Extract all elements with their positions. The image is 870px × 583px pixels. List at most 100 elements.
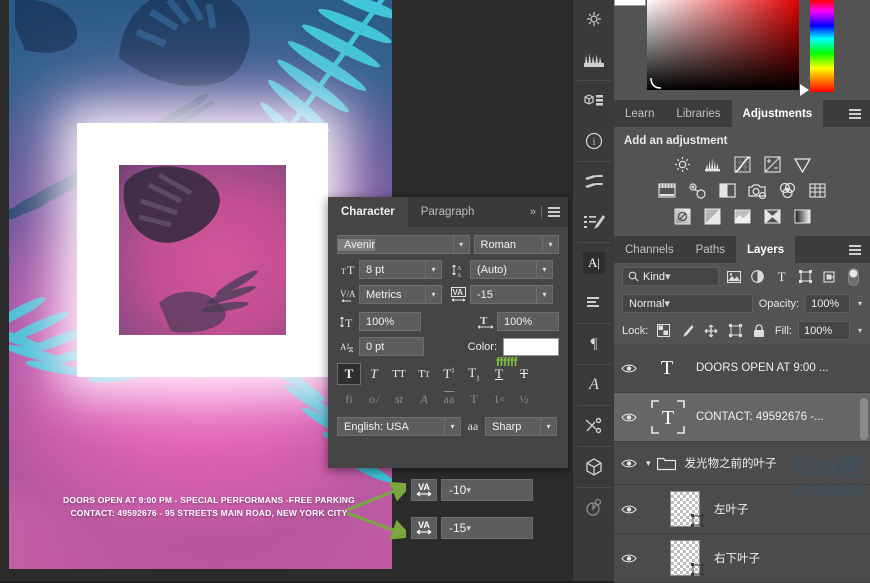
- horizontal-scale-field[interactable]: 100%: [497, 312, 559, 331]
- picker-current-swatch[interactable]: [614, 0, 646, 6]
- photo-filter-icon[interactable]: [748, 181, 767, 200]
- tool-presets-icon[interactable]: [573, 162, 615, 202]
- layer-list[interactable]: T DOORS OPEN AT 9:00 ... T CONTACT:: [614, 344, 870, 583]
- character-panel-tabs[interactable]: Character Paragraph »: [328, 197, 568, 227]
- picker-hue-strip[interactable]: [810, 0, 834, 92]
- chevron-down-icon[interactable]: ▾: [664, 297, 670, 310]
- table-row[interactable]: T DOORS OPEN AT 9:00 ...: [614, 344, 870, 393]
- levels-icon[interactable]: [703, 155, 722, 174]
- font-family-field[interactable]: Avenir ▾: [337, 235, 470, 254]
- language-field[interactable]: English: USA ▾: [337, 417, 461, 436]
- superscript-button[interactable]: T1: [437, 363, 461, 385]
- filter-smartobject-icon[interactable]: [820, 268, 838, 286]
- layers-scrollbar[interactable]: [860, 398, 868, 440]
- tools-icon[interactable]: [573, 406, 615, 446]
- tab-paths[interactable]: Paths: [685, 236, 736, 263]
- panel-menu-icon[interactable]: [548, 207, 560, 217]
- layers-tabbar[interactable]: Channels Paths Layers: [614, 236, 870, 263]
- expand-icon[interactable]: »: [530, 206, 535, 218]
- invert-icon[interactable]: [673, 207, 692, 226]
- tracking-value-field[interactable]: -15 ▾: [441, 517, 533, 539]
- tab-layers[interactable]: Layers: [736, 236, 795, 263]
- adjustments-row-3[interactable]: [673, 207, 812, 226]
- table-row[interactable]: ▾ 发光物之前的叶子: [614, 442, 870, 485]
- tracking-callout-1[interactable]: VA -10 ▾: [406, 475, 538, 505]
- 3d-icon[interactable]: [573, 447, 615, 487]
- brush-settings-icon[interactable]: [573, 0, 615, 40]
- panel-menu-icon[interactable]: [849, 245, 861, 255]
- brush-presets-icon[interactable]: [573, 202, 615, 242]
- baseline-color-row[interactable]: A a 0 pt Color:: [337, 337, 559, 356]
- layer-visibility-toggle[interactable]: [614, 504, 644, 515]
- swash-button[interactable]: A: [412, 389, 436, 409]
- tab-channels[interactable]: Channels: [614, 236, 685, 263]
- hue-slider-handle[interactable]: [800, 84, 810, 96]
- kerning-field[interactable]: Metrics ▾: [359, 285, 442, 304]
- layer-filter-row[interactable]: Kind ▾ T: [614, 263, 870, 290]
- leading-field[interactable]: (Auto) ▾: [470, 260, 553, 279]
- chevron-down-icon[interactable]: ▾: [466, 523, 483, 534]
- picker-saturation-field[interactable]: [647, 0, 799, 90]
- tab-libraries[interactable]: Libraries: [665, 100, 731, 127]
- filter-adjustment-icon[interactable]: [749, 268, 767, 286]
- antialias-field[interactable]: Sharp ▾: [485, 417, 557, 436]
- discretionary-ligatures-button[interactable]: st: [387, 389, 411, 409]
- table-row[interactable]: 左叶子: [614, 485, 870, 534]
- adjustments-row-1[interactable]: [673, 155, 812, 174]
- fill-field[interactable]: 100%: [798, 321, 850, 340]
- chevron-down-icon[interactable]: ▾: [665, 270, 671, 283]
- chevron-down-icon[interactable]: ▾: [540, 418, 556, 435]
- lock-artboard-nesting-icon[interactable]: [726, 322, 744, 340]
- scale-row[interactable]: T 100% T 100%: [337, 312, 559, 331]
- list-item[interactable]: 右下叶子: [714, 550, 760, 566]
- tracking-callout-2[interactable]: VA -15 ▾: [406, 513, 538, 543]
- tracking-field[interactable]: -15 ▾: [470, 285, 553, 304]
- chevron-down-icon[interactable]: ▾: [858, 326, 862, 335]
- vertical-scale-field[interactable]: 100%: [359, 312, 421, 331]
- layer-visibility-toggle[interactable]: [614, 458, 644, 469]
- lock-transparent-pixels-icon[interactable]: [654, 322, 672, 340]
- chevron-down-icon[interactable]: ▾: [536, 261, 552, 278]
- lock-all-icon[interactable]: [750, 322, 768, 340]
- lock-position-icon[interactable]: [702, 322, 720, 340]
- filter-toggle-switch[interactable]: [844, 268, 862, 286]
- filter-shape-icon[interactable]: [797, 268, 815, 286]
- character-panel[interactable]: Character Paragraph » Avenir ▾ Roman ▾: [328, 197, 568, 468]
- panel-icon-dock[interactable]: i A| ¶ A: [572, 0, 615, 581]
- character-styles-icon[interactable]: A: [573, 365, 615, 405]
- opacity-field[interactable]: 100%: [805, 294, 850, 313]
- chevron-down-icon[interactable]: ▾: [536, 286, 552, 303]
- layer-visibility-toggle[interactable]: [614, 553, 644, 564]
- curves-icon[interactable]: [733, 155, 752, 174]
- fractions-button[interactable]: ½: [512, 389, 536, 409]
- info-icon[interactable]: i: [573, 121, 615, 161]
- list-item[interactable]: CONTACT: 49592676 -...: [696, 411, 824, 423]
- chevron-down-icon[interactable]: ▾: [444, 418, 460, 435]
- layer-thumbnail[interactable]: [666, 539, 704, 577]
- list-item[interactable]: 发光物之前的叶子: [685, 455, 777, 471]
- text-color-swatch[interactable]: [503, 338, 559, 356]
- chevron-down-icon[interactable]: ▾: [646, 458, 651, 469]
- stylistic-alternates-button[interactable]: aa: [437, 389, 461, 409]
- vibrance-icon[interactable]: [793, 155, 812, 174]
- layer-thumbnail[interactable]: T: [648, 398, 686, 436]
- color-picker-panel[interactable]: [614, 0, 870, 100]
- lock-row[interactable]: Lock:: [614, 317, 870, 344]
- table-row[interactable]: T CONTACT: 49592676 -...: [614, 393, 870, 442]
- layers-panel-header[interactable]: Kind ▾ T: [614, 263, 870, 344]
- exposure-icon[interactable]: [763, 155, 782, 174]
- list-item[interactable]: 左叶子: [714, 501, 749, 517]
- blend-mode-row[interactable]: Normal ▾ Opacity: 100% ▾: [614, 290, 870, 317]
- chevron-down-icon[interactable]: ▾: [466, 485, 483, 496]
- adjustments-tabbar[interactable]: Learn Libraries Adjustments: [614, 100, 870, 127]
- list-item[interactable]: DOORS OPEN AT 9:00 ...: [696, 362, 829, 374]
- 3d-materials-icon[interactable]: [573, 81, 615, 121]
- posterize-icon[interactable]: [703, 207, 722, 226]
- gradient-map-icon[interactable]: [793, 207, 812, 226]
- character-panel-icon[interactable]: A|: [573, 243, 615, 283]
- selective-color-icon[interactable]: [763, 207, 782, 226]
- channel-mixer-icon[interactable]: [778, 181, 797, 200]
- small-caps-button[interactable]: TT: [412, 363, 436, 385]
- color-balance-icon[interactable]: [688, 181, 707, 200]
- subscript-button[interactable]: T1: [462, 363, 486, 385]
